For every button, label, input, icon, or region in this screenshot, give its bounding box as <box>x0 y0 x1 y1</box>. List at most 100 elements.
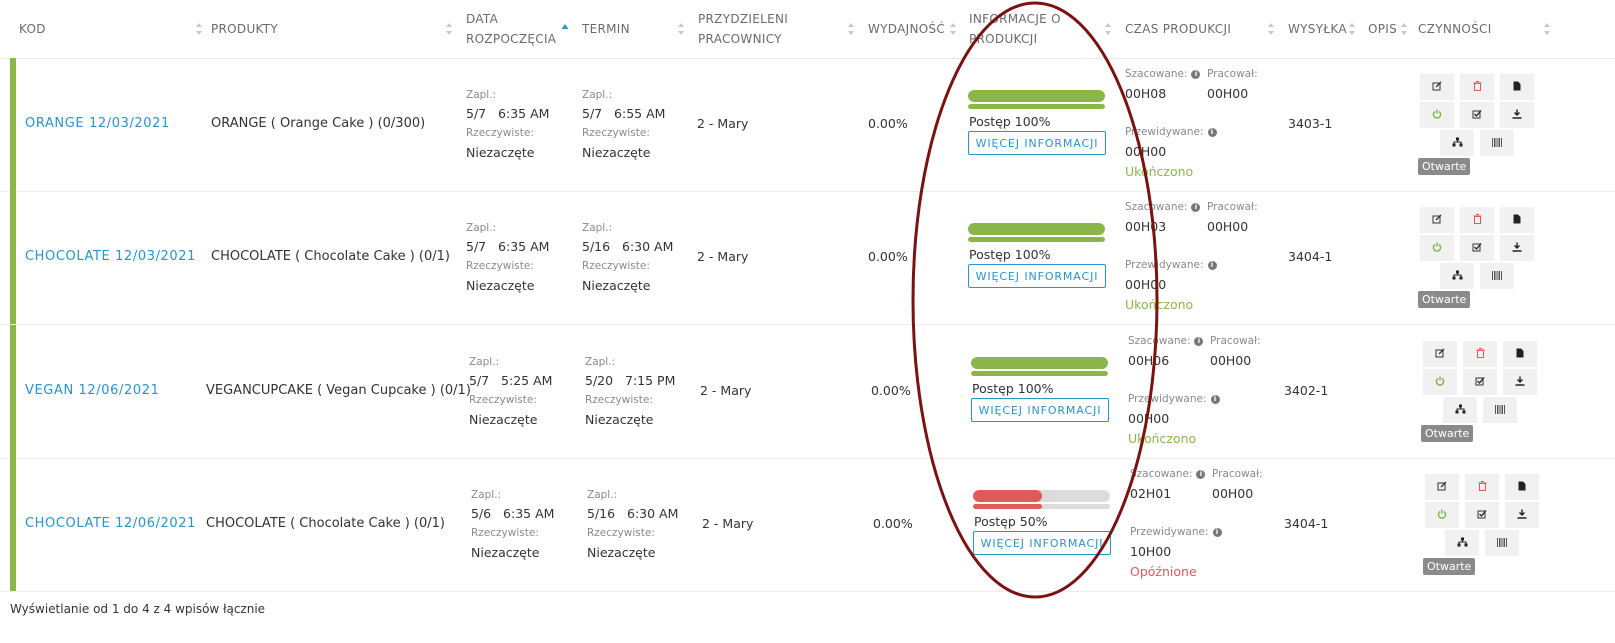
col-header-produkty[interactable]: PRODUKTY <box>211 19 278 39</box>
hierarchy-icon[interactable] <box>1445 530 1479 556</box>
document-icon[interactable] <box>1503 341 1537 367</box>
col-header-przydzieleni-pracownicy[interactable]: PRZYDZIELENI PRACOWNICY <box>698 9 788 49</box>
checkbox-icon[interactable] <box>1460 102 1494 128</box>
col-header-czynnosci[interactable]: CZYNNOŚCI <box>1418 19 1492 39</box>
hierarchy-icon[interactable] <box>1443 397 1477 423</box>
col-header-wydajnosc[interactable]: WYDAJNOŚĆ <box>868 19 945 39</box>
document-icon[interactable] <box>1505 474 1539 500</box>
delete-icon[interactable] <box>1460 74 1494 100</box>
sort-icon[interactable] <box>1104 22 1112 36</box>
delete-icon[interactable] <box>1460 207 1494 233</box>
edit-icon[interactable] <box>1420 207 1454 233</box>
edit-icon[interactable] <box>1423 341 1457 367</box>
planned-label: Zapl.: <box>582 89 613 101</box>
power-icon[interactable] <box>1420 235 1454 261</box>
power-icon[interactable] <box>1423 369 1457 395</box>
sort-icon[interactable] <box>847 22 855 36</box>
info-icon[interactable]: i <box>1210 395 1220 404</box>
shipment-number: 3404-1 <box>1284 516 1329 531</box>
order-code-link[interactable]: VEGAN 12/06/2021 <box>25 383 159 398</box>
worked-label: Pracował: <box>1210 335 1261 347</box>
order-code-link[interactable]: CHOCOLATE 12/03/2021 <box>25 249 196 264</box>
production-status: Ukończono <box>1125 297 1194 312</box>
more-info-button[interactable]: WIĘCEJ INFORMACJI <box>971 398 1109 422</box>
estimated-time: 00H08 <box>1125 86 1167 101</box>
progress-bar <box>968 223 1105 235</box>
col-header-czas-produkcji[interactable]: CZAS PRODUKCJI <box>1125 19 1231 39</box>
document-icon[interactable] <box>1500 207 1534 233</box>
info-icon[interactable]: i <box>1212 528 1222 537</box>
col-header-wysylka[interactable]: WYSYŁKA <box>1288 19 1347 39</box>
estimated-label-text: Szacowane: <box>1125 68 1188 80</box>
power-icon[interactable] <box>1420 102 1454 128</box>
download-icon[interactable] <box>1505 502 1539 528</box>
checkbox-icon[interactable] <box>1465 502 1499 528</box>
product-name: VEGANCUPCAKE ( Vegan Cupcake ) (0/1) <box>206 383 471 398</box>
worked-label: Pracował: <box>1207 201 1258 213</box>
sort-icon[interactable] <box>677 22 685 36</box>
info-icon[interactable]: i <box>1194 337 1204 346</box>
sort-icon[interactable] <box>445 22 453 36</box>
sort-icon[interactable] <box>195 22 203 36</box>
delete-icon[interactable] <box>1465 474 1499 500</box>
product-name: ORANGE ( Orange Cake ) (0/300) <box>211 116 426 131</box>
barcode-icon[interactable] <box>1483 397 1517 423</box>
sort-icon[interactable] <box>1400 22 1408 36</box>
col-header-data-rozpoczecia[interactable]: DATA ROZPOCZĘCIA <box>466 9 556 49</box>
production-status: Ukończono <box>1128 431 1197 446</box>
document-icon[interactable] <box>1500 74 1534 100</box>
worked-label: Pracował: <box>1212 468 1263 480</box>
edit-icon[interactable] <box>1420 74 1454 100</box>
checkbox-icon[interactable] <box>1460 235 1494 261</box>
col-header-informacje-o-produkcji[interactable]: INFORMACJE O PRODUKCJI <box>969 9 1061 49</box>
progress-bar-secondary-fill <box>968 104 1105 109</box>
hierarchy-icon[interactable] <box>1440 130 1474 156</box>
col-header-kod[interactable]: KOD <box>19 19 46 39</box>
more-info-button[interactable]: WIĘCEJ INFORMACJI <box>968 264 1106 288</box>
planned-label: Zapl.: <box>466 89 497 101</box>
status-badge: Otwarte <box>1423 558 1476 575</box>
col-header-opis[interactable]: OPIS <box>1368 19 1397 39</box>
barcode-icon[interactable] <box>1485 530 1519 556</box>
info-icon[interactable]: i <box>1191 70 1201 79</box>
edit-icon[interactable] <box>1425 474 1459 500</box>
status-badge: Otwarte <box>1418 291 1471 308</box>
predicted-time: 00H00 <box>1128 411 1170 426</box>
sort-icon[interactable] <box>1348 22 1356 36</box>
col-header-termin[interactable]: TERMIN <box>582 19 630 39</box>
info-icon[interactable]: i <box>1196 470 1206 479</box>
hierarchy-icon[interactable] <box>1440 263 1474 289</box>
barcode-icon[interactable] <box>1480 263 1514 289</box>
sort-icon[interactable] <box>1543 22 1551 36</box>
estimated-label-text: Szacowane: <box>1130 468 1193 480</box>
progress-bar-secondary-fill <box>968 237 1105 242</box>
more-info-button[interactable]: WIĘCEJ INFORMACJI <box>968 131 1106 155</box>
sort-asc-icon[interactable] <box>561 22 569 36</box>
order-code-link[interactable]: ORANGE 12/03/2021 <box>25 116 170 131</box>
info-icon[interactable]: i <box>1191 203 1201 212</box>
more-info-button[interactable]: WIĘCEJ INFORMACJI <box>973 531 1111 555</box>
estimated-time: 00H06 <box>1128 353 1170 368</box>
term-planned: 5/20 7:15 PM <box>585 373 676 388</box>
progress-bar-fill <box>973 490 1042 502</box>
barcode-icon[interactable] <box>1480 130 1514 156</box>
predicted-label-text: Przewidywane: <box>1125 126 1204 138</box>
production-status: Ukończono <box>1125 164 1194 179</box>
download-icon[interactable] <box>1503 369 1537 395</box>
delete-icon[interactable] <box>1463 341 1497 367</box>
download-icon[interactable] <box>1500 235 1534 261</box>
download-icon[interactable] <box>1500 102 1534 128</box>
order-code-link[interactable]: CHOCOLATE 12/06/2021 <box>25 516 196 531</box>
worked-time: 00H00 <box>1207 219 1249 234</box>
progress-text: Postęp 100% <box>969 247 1051 262</box>
actual-label: Rzeczywiste: <box>471 527 539 539</box>
sort-icon[interactable] <box>949 22 957 36</box>
info-icon[interactable]: i <box>1207 128 1217 137</box>
assigned-workers: 2 - Mary <box>702 516 754 531</box>
row-actions <box>1425 474 1543 570</box>
checkbox-icon[interactable] <box>1463 369 1497 395</box>
sort-icon[interactable] <box>1267 22 1275 36</box>
product-name: CHOCOLATE ( Chocolate Cake ) (0/1) <box>211 249 450 264</box>
power-icon[interactable] <box>1425 502 1459 528</box>
info-icon[interactable]: i <box>1207 261 1217 270</box>
